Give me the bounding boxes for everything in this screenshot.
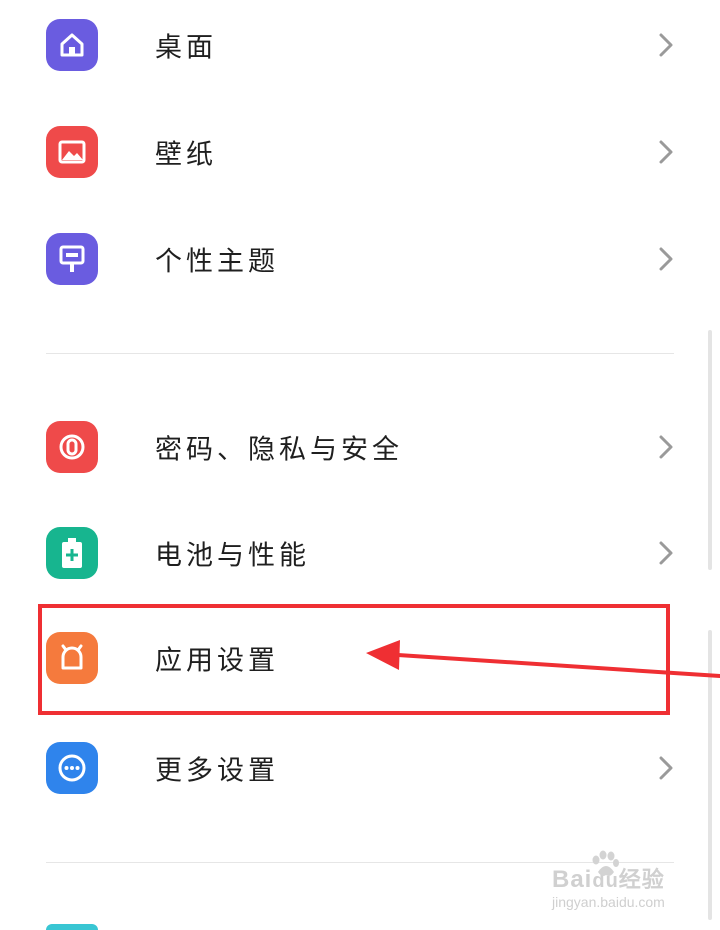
theme-icon — [46, 233, 98, 285]
watermark-url: jingyan.baidu.com — [552, 894, 665, 910]
baidu-jingyan-watermark: Baidu经验 jingyan.baidu.com — [552, 850, 682, 918]
chevron-right-icon — [659, 435, 673, 459]
scrollbar-thumb[interactable] — [708, 330, 712, 570]
settings-item-wallpaper[interactable]: 壁纸 — [0, 99, 700, 205]
next-item-icon-peek — [46, 924, 98, 930]
settings-item-desktop[interactable]: 桌面 — [0, 0, 700, 98]
chevron-right-icon — [659, 541, 673, 565]
chevron-right-icon — [659, 756, 673, 780]
settings-item-more-settings[interactable]: 更多设置 — [0, 715, 700, 821]
settings-item-label: 电池与性能 — [155, 540, 310, 572]
settings-item-label: 个性主题 — [155, 246, 279, 278]
settings-screen: 桌面 壁纸 个性主题 密码、隐私与安全 电池与性能 应用设置 更多设置 Baid… — [0, 0, 720, 930]
settings-item-label: 壁纸 — [155, 139, 217, 171]
home-icon — [46, 19, 98, 71]
chevron-right-icon — [659, 247, 673, 271]
highlight-box — [38, 604, 670, 715]
settings-item-label: 密码、隐私与安全 — [155, 434, 403, 466]
more-icon — [46, 742, 98, 794]
chevron-right-icon — [659, 33, 673, 57]
settings-item-theme[interactable]: 个性主题 — [0, 206, 700, 312]
paw-icon — [592, 850, 619, 876]
scrollbar-track — [708, 630, 712, 920]
lock-icon — [46, 421, 98, 473]
group-divider — [46, 353, 674, 354]
settings-item-battery-performance[interactable]: 电池与性能 — [0, 500, 700, 606]
picture-icon — [46, 126, 98, 178]
chevron-right-icon — [659, 140, 673, 164]
settings-item-label: 更多设置 — [155, 755, 279, 787]
settings-item-label: 桌面 — [155, 32, 217, 64]
settings-item-privacy-security[interactable]: 密码、隐私与安全 — [0, 394, 700, 500]
battery-icon — [46, 527, 98, 579]
